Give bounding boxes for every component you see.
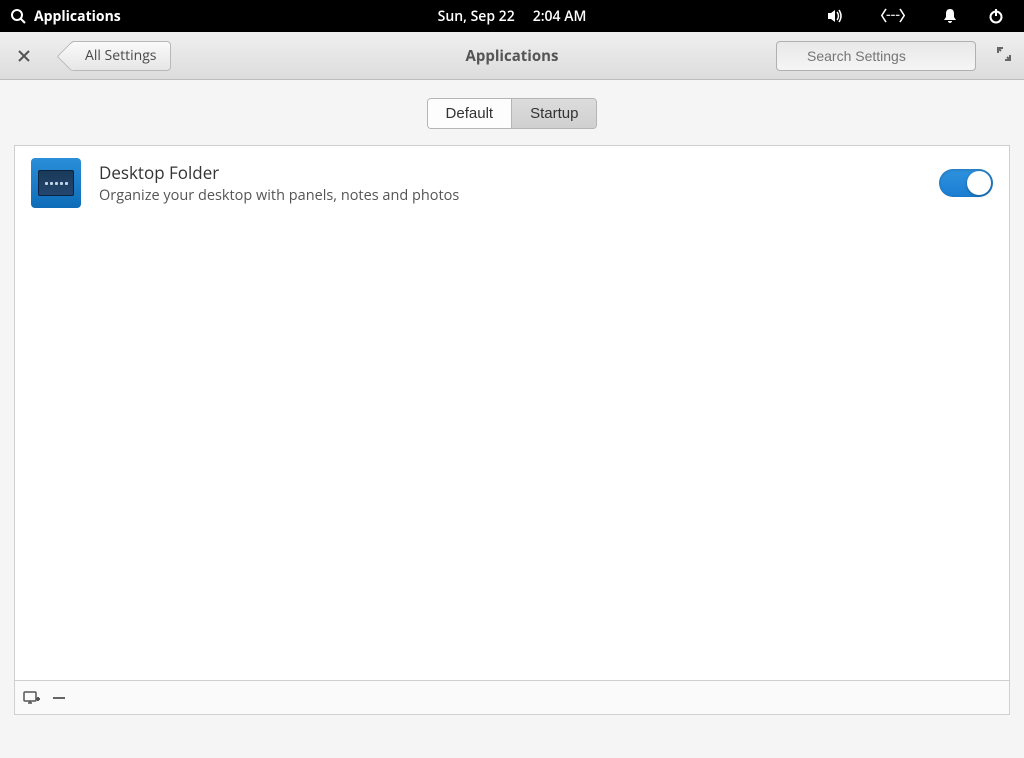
tab-default[interactable]: Default	[428, 99, 512, 128]
tab-bar: Default Startup	[0, 80, 1024, 145]
search-input[interactable]	[776, 41, 976, 71]
window-header: All Settings Applications	[0, 32, 1024, 80]
startup-apps-panel: Desktop Folder Organize your desktop wit…	[14, 145, 1010, 715]
network-icon[interactable]: 〈┄〉	[873, 6, 912, 26]
search-icon[interactable]	[10, 8, 26, 24]
maximize-icon[interactable]	[996, 45, 1012, 67]
app-toggle[interactable]	[939, 169, 993, 197]
close-button[interactable]	[12, 44, 36, 68]
remove-item-icon[interactable]	[53, 697, 65, 699]
bell-icon[interactable]	[942, 8, 958, 24]
power-icon[interactable]	[988, 8, 1004, 24]
add-item-icon[interactable]	[23, 691, 41, 705]
system-date[interactable]: Sun, Sep 22	[438, 7, 515, 26]
list-item: Desktop Folder Organize your desktop wit…	[31, 158, 993, 208]
page-title: Applications	[466, 46, 559, 66]
system-bar: Applications Sun, Sep 22 2:04 AM 〈┄〉	[0, 0, 1024, 32]
app-description: Organize your desktop with panels, notes…	[99, 186, 921, 205]
app-title: Desktop Folder	[99, 161, 921, 184]
desktop-panel-icon	[31, 158, 81, 208]
back-label: All Settings	[85, 46, 156, 65]
bottom-toolbar	[15, 680, 1009, 714]
startup-apps-list: Desktop Folder Organize your desktop wit…	[15, 146, 1009, 680]
applications-label[interactable]: Applications	[34, 7, 121, 26]
volume-icon[interactable]	[825, 7, 843, 25]
system-time[interactable]: 2:04 AM	[533, 7, 587, 26]
all-settings-button[interactable]: All Settings	[70, 41, 171, 71]
tab-startup[interactable]: Startup	[511, 99, 596, 128]
